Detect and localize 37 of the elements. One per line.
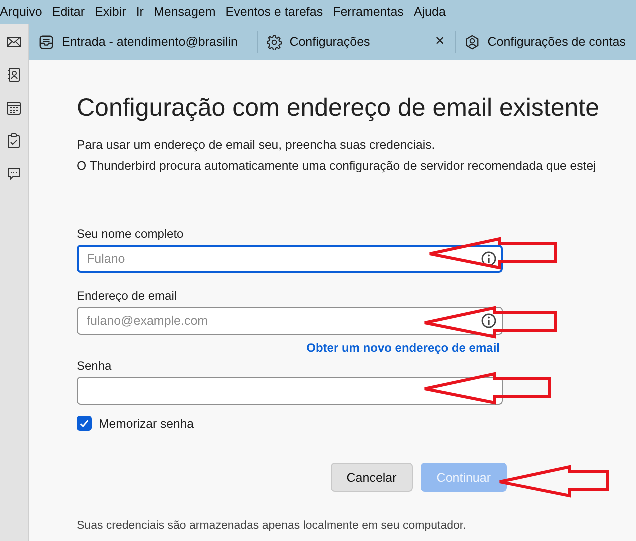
info-icon[interactable]	[481, 313, 497, 329]
field-label: Endereço de email	[77, 289, 178, 303]
inbox-icon	[39, 34, 54, 50]
menu-item[interactable]: Ferramentas	[333, 5, 410, 19]
menu-item[interactable]: Exibir	[95, 5, 132, 19]
close-icon[interactable]: ×	[435, 33, 445, 51]
chat-icon[interactable]	[6, 166, 22, 182]
menu-item[interactable]: Ajuda	[414, 5, 452, 19]
description-text: O Thunderbird procura automaticamente uma configuração de servidor recomendada que estej	[77, 158, 598, 175]
menu-item[interactable]: Editar	[52, 5, 92, 19]
account-icon	[464, 34, 480, 50]
menu-item[interactable]: Ir	[136, 5, 150, 19]
checkbox-label: Memorizar senha	[99, 416, 194, 430]
address-book-icon[interactable]	[6, 67, 22, 83]
input-field[interactable]: Fulano	[77, 245, 503, 273]
clipboard-check-icon[interactable]	[6, 133, 22, 149]
menu-item[interactable]: Arquivo	[0, 5, 48, 19]
tab[interactable]: Configurações de contas	[454, 31, 636, 53]
checkbox[interactable]	[77, 416, 92, 431]
info-icon[interactable]	[481, 251, 497, 267]
input-field[interactable]: fulano@example.com	[77, 307, 503, 335]
new-email-link[interactable]: Obter um novo endereço de email	[77, 341, 500, 355]
gear-icon	[266, 34, 282, 50]
field-label: Senha	[77, 359, 113, 373]
input-field[interactable]	[77, 377, 503, 405]
mail-icon[interactable]	[6, 34, 22, 50]
menu-item[interactable]: Eventos e tarefas	[226, 5, 330, 19]
field-label: Seu nome completo	[77, 227, 185, 241]
cancel-button[interactable]: Cancelar	[330, 463, 413, 492]
calendar-icon[interactable]	[6, 100, 22, 116]
description-text: Para usar um endereço de email seu, preencha suas credenciais.	[77, 137, 436, 154]
tab[interactable]: Entrada - atendimento@brasilin	[39, 24, 257, 60]
checkmark-icon	[79, 418, 90, 429]
menu-item[interactable]: Mensagem	[154, 5, 222, 19]
tab[interactable]: Configurações ×	[256, 31, 455, 53]
page-title: Configuração com endereço de email existente	[77, 94, 601, 123]
footer-note: Suas credenciais são armazenadas apenas localmente em seu computador.	[77, 520, 468, 532]
